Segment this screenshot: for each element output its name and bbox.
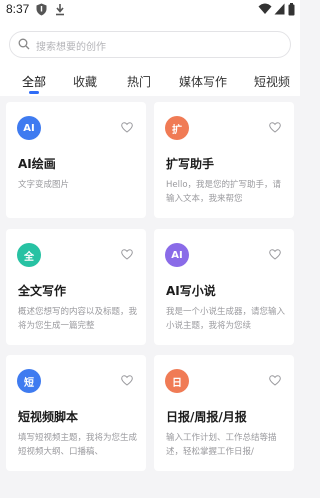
tab-short-video[interactable]: 短视频	[254, 73, 290, 90]
status-bar: 8:37	[0, 0, 300, 20]
card-description: 我是一个小说生成器，请您输入小说主题，我将为您续	[166, 307, 286, 331]
signal-icon	[274, 3, 285, 15]
heart-icon[interactable]	[269, 122, 281, 133]
status-time: 8:37	[6, 2, 30, 16]
tool-card-ai-novel[interactable]: AI AI写小说 我是一个小说生成器，请您输入小说主题，我将为您续	[154, 229, 294, 345]
heart-icon[interactable]	[121, 375, 133, 386]
search-placeholder: 搜索想要的创作	[36, 42, 106, 53]
tab-hot[interactable]: 热门	[127, 73, 151, 90]
wifi-icon	[258, 3, 272, 14]
shield-icon	[36, 3, 47, 16]
short-video-icon: 短	[17, 369, 41, 393]
card-description: Hello，我是您的扩写助手，请输入文本，我来帮您	[166, 180, 282, 204]
heart-icon[interactable]	[121, 122, 133, 133]
battery-icon	[288, 3, 295, 16]
category-tabs: 全部 收藏 热门 媒体写作 短视频	[0, 70, 300, 94]
heart-icon[interactable]	[121, 249, 133, 260]
card-title: 全文写作	[18, 284, 67, 298]
card-description: 文字变成图片	[18, 180, 70, 190]
daily-report-icon: 日	[165, 369, 189, 393]
card-description: 输入工作计划、工作总结等描述，轻松掌握工作日报/	[166, 433, 277, 457]
heart-icon[interactable]	[269, 249, 281, 260]
tool-card-work-report[interactable]: 日 日报/周报/月报 输入工作计划、工作总结等描述，轻松掌握工作日报/	[154, 355, 294, 471]
full-writing-icon: 全	[17, 243, 41, 267]
search-input[interactable]: 搜索想要的创作	[9, 31, 291, 58]
card-title: 短视频脚本	[18, 410, 79, 424]
download-icon	[56, 4, 64, 16]
ai-novel-icon: AI	[165, 243, 189, 267]
tool-card-full-writing[interactable]: 全 全文写作 概述您想写的内容以及标题，我将为您生成一篇完整	[6, 229, 146, 345]
search-icon	[18, 38, 30, 50]
tab-all[interactable]: 全部	[22, 73, 46, 90]
tool-card-expand-writing[interactable]: 扩 扩写助手 Hello，我是您的扩写助手，请输入文本，我来帮您	[154, 102, 294, 218]
header: 搜索想要的创作 全部 收藏 热门 媒体写作 短视频	[0, 20, 300, 96]
card-title: 扩写助手	[166, 157, 215, 171]
card-description: 填写短视频主题，我将为您生成短视频大纲、口播稿、	[18, 433, 138, 457]
tab-favorites[interactable]: 收藏	[73, 73, 97, 90]
card-title: AI写小说	[166, 284, 216, 298]
card-title: AI绘画	[18, 157, 56, 171]
ai-painting-icon: AI	[17, 116, 41, 140]
active-tab-indicator	[29, 91, 39, 94]
tool-card-short-video-script[interactable]: 短 短视频脚本 填写短视频主题，我将为您生成短视频大纲、口播稿、	[6, 355, 146, 471]
tool-card-ai-painting[interactable]: AI AI绘画 文字变成图片	[6, 102, 146, 218]
heart-icon[interactable]	[269, 375, 281, 386]
expand-icon: 扩	[165, 116, 189, 140]
tab-media-writing[interactable]: 媒体写作	[179, 73, 227, 90]
card-description: 概述您想写的内容以及标题，我将为您生成一篇完整	[18, 307, 138, 331]
card-title: 日报/周报/月报	[166, 410, 247, 424]
